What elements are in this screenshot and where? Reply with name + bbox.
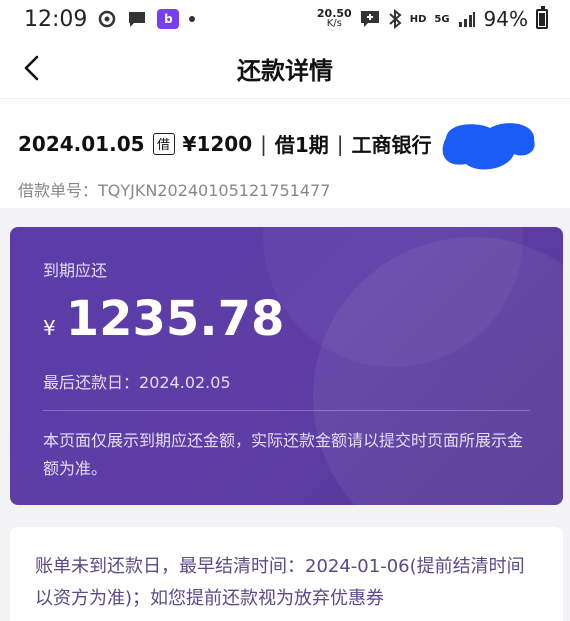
status-time: 12:09 <box>24 6 88 32</box>
spiral-app-icon <box>97 9 117 29</box>
loan-line: 2024.01.05 借 ¥1200 | 借1期 | 工商银行 <box>18 129 432 158</box>
chat-plus-icon <box>360 10 380 28</box>
nav-header: 还款详情 <box>0 38 570 98</box>
notice-text: 账单未到还款日，最早结清时间：2024-01-06(提前结清时间以资方为准)；如… <box>35 556 525 609</box>
loan-term: 借1期 <box>274 133 329 157</box>
order-number: 借款单号：TQYJKN20240105121751477 <box>18 177 330 201</box>
message-icon <box>127 10 147 28</box>
signal-icon <box>458 11 476 27</box>
due-note: 本页面仅展示到期应还金额，实际还款金额请以提交时页面所展示金额为准。 <box>43 431 524 478</box>
due-label: 到期应还 <box>43 261 108 280</box>
separator: | <box>260 131 267 156</box>
page-title: 还款详情 <box>237 56 333 85</box>
order-value: TQYJKN20240105121751477 <box>98 181 331 200</box>
network-speed: 20.50 K/s <box>316 7 352 29</box>
network-type: 5G <box>434 13 450 25</box>
loan-tag: 借 <box>152 132 175 155</box>
chevron-left-icon <box>24 55 39 81</box>
repayment-notice: 账单未到还款日，最早结清时间：2024-01-06(提前结清时间以资方为准)；如… <box>10 527 563 621</box>
back-button[interactable] <box>10 46 54 90</box>
battery-icon <box>536 6 548 29</box>
due-amount-card: 到期应还 ¥ 1235.78 最后还款日：2024.02.05 本页面仅展示到期… <box>10 227 563 505</box>
hd-indicator: HD <box>409 13 427 25</box>
loan-amount: ¥1200 <box>182 131 253 156</box>
divider <box>43 410 530 411</box>
loan-bank: 工商银行 <box>351 133 432 157</box>
bluetooth-icon <box>388 9 402 29</box>
status-bar: 12:09 b 20.50 K/s HD 5G 94% <box>0 0 570 38</box>
last-repayment-date: 最后还款日：2024.02.05 <box>43 373 231 392</box>
more-notifications-dot <box>189 16 196 22</box>
order-label: 借款单号： <box>18 181 99 200</box>
separator: | <box>336 131 344 156</box>
app-badge-icon: b <box>157 9 180 29</box>
loan-date: 2024.01.05 <box>18 131 145 156</box>
battery-percent: 94% <box>483 7 528 31</box>
currency-symbol: ¥ <box>43 316 56 340</box>
due-amount-value: 1235.78 <box>65 291 285 347</box>
redaction-mark <box>442 123 535 170</box>
due-amount: ¥ 1235.78 <box>43 291 284 347</box>
